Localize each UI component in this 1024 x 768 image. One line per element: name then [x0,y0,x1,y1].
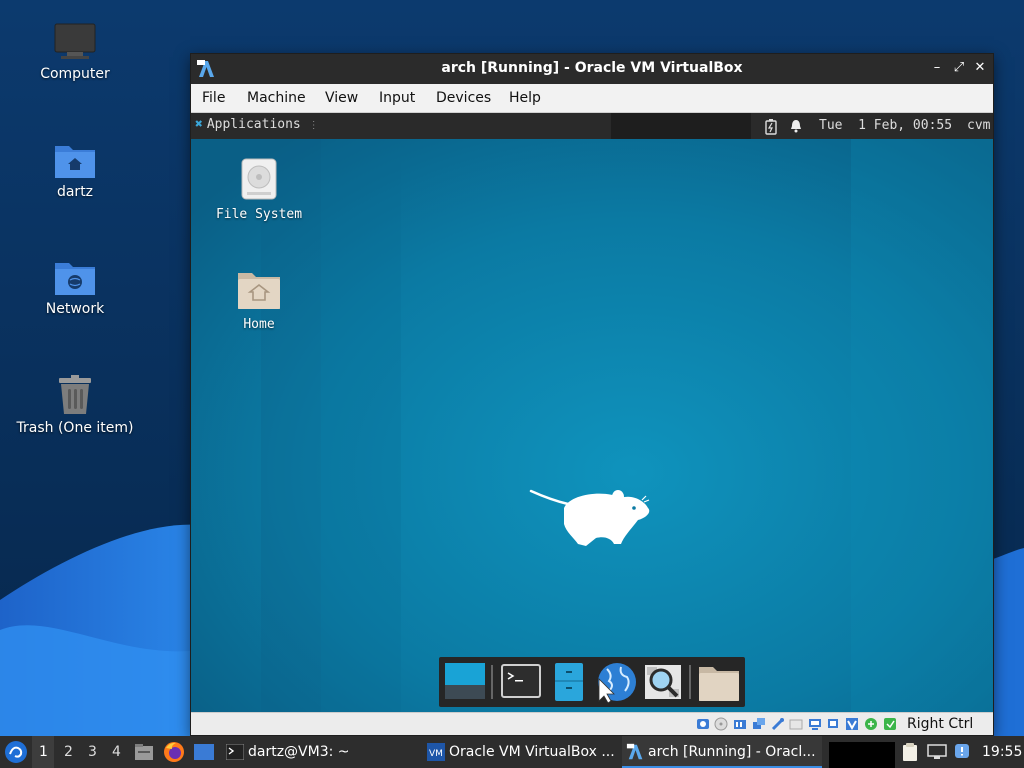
taskbar-clock[interactable]: 19:55 [982,744,1022,760]
desktop-icon-dartz[interactable]: dartz [0,140,150,200]
desktop-icon-computer[interactable]: Computer [0,22,150,82]
workspace-2[interactable]: 2 [64,744,73,760]
workspace-1[interactable]: 1 [32,736,54,768]
virtualization-status-icon[interactable] [845,717,859,731]
tray-blank-area [829,742,895,768]
applications-menu[interactable]: ✖ Applications ⋮ [195,117,319,132]
update-notifier-icon[interactable] [953,742,971,760]
usb-status-icon[interactable] [771,717,785,731]
menu-devices[interactable]: Devices [436,90,491,106]
guest-desktop-icon-label: File System [215,207,303,222]
minimize-button[interactable]: – [928,59,946,77]
guest-desktop-icon-home[interactable]: Home [204,267,314,332]
guest-screen[interactable]: ✖ Applications ⋮ Tue 1 Feb, 00:55 cvm Fi… [191,113,993,712]
desktop-icon-label: dartz [56,184,94,200]
virtualbox-vm-window: arch [Running] - Oracle VM VirtualBox – … [190,53,994,736]
trash-icon [59,375,91,414]
guest-dock [439,657,745,707]
network-tray-icon[interactable] [927,744,947,760]
guest-desktop-icon-label: Home [243,317,275,332]
svg-text:VM: VM [429,749,443,759]
display-status-icon[interactable] [808,717,822,731]
dock-file-manager[interactable] [547,661,591,703]
file-cabinet-icon [555,663,583,701]
terminal-icon [501,664,541,698]
workspace-label: 1 [39,744,48,760]
desktop-icon-trash[interactable]: Trash (One item) [0,374,150,436]
host-taskbar: 1 2 3 4 dartz@VM3: ~ VM Oracle VM Virtua… [0,736,1024,768]
close-button[interactable]: ✕ [971,59,989,77]
task-button-vbox-manager[interactable]: VM Oracle VM VirtualBox ... [423,736,618,768]
clipboard-icon[interactable] [901,742,919,762]
desktop-icon-label: Computer [40,66,110,82]
desktop-icon-label: Trash (One item) [16,420,134,436]
virtualbox-icon [626,743,643,760]
window-title: arch [Running] - Oracle VM VirtualBox [441,60,743,76]
guest-top-panel: ✖ Applications ⋮ Tue 1 Feb, 00:55 cvm [191,113,993,139]
mouse-integration-status-icon[interactable] [864,717,878,731]
panel-handle-icon: ⋮ [308,120,319,131]
magnifier-icon [645,665,681,699]
dock-terminal[interactable] [499,661,543,703]
network-folder-icon [55,263,95,295]
audio-status-icon[interactable] [733,717,747,731]
file-manager-launcher-icon[interactable] [134,742,154,762]
host-key-label: Right Ctrl [907,716,974,732]
dock-web-browser[interactable] [593,661,637,704]
show-desktop-icon [445,663,485,699]
drive-icon [241,158,277,200]
xfce-logo-icon: ✖ [195,117,203,132]
desktop-icon-label: Network [45,301,105,317]
home-folder-icon [238,273,280,309]
start-menu-icon[interactable] [4,740,28,764]
dock-separator [491,665,493,699]
folder-icon [699,667,739,701]
home-folder-icon [55,146,95,178]
xfce-mouse-logo-icon [529,489,650,546]
task-button-terminal[interactable]: dartz@VM3: ~ [222,736,417,768]
notification-bell-icon[interactable] [790,119,802,133]
menu-file[interactable]: File [202,90,225,106]
menu-view[interactable]: View [325,90,358,106]
hard-disk-status-icon[interactable] [696,717,710,731]
guest-desktop-icon-file-system[interactable]: File System [204,157,314,222]
vm-status-bar: Right Ctrl [191,712,993,735]
task-button-label: arch [Running] - Oracl... [648,744,816,760]
web-browser-icon [598,663,636,704]
maximize-button[interactable]: ⤢ [950,59,968,77]
dock-separator [689,665,691,699]
dock-app-finder[interactable] [641,661,685,703]
virtualbox-icon: VM [427,743,445,761]
menu-bar: File Machine View Input Devices Help [191,84,993,113]
workspace-switcher[interactable] [611,113,751,139]
guest-user-menu[interactable]: cvm [967,118,990,133]
dock-folder[interactable] [697,661,741,703]
optical-drive-status-icon[interactable] [714,717,728,731]
dock-show-desktop[interactable] [443,661,487,703]
menu-help[interactable]: Help [509,90,541,106]
network-status-icon[interactable] [752,717,766,731]
terminal-icon [226,744,244,760]
menu-machine[interactable]: Machine [247,90,306,106]
guest-clock[interactable]: Tue 1 Feb, 00:55 [819,118,952,133]
task-button-label: dartz@VM3: ~ [248,744,350,760]
show-desktop-launcher-icon[interactable] [193,742,215,762]
recording-status-icon[interactable] [827,717,841,731]
desktop-icon-network[interactable]: Network [0,257,150,317]
window-titlebar[interactable]: arch [Running] - Oracle VM VirtualBox – … [191,54,993,84]
workspace-3[interactable]: 3 [88,744,97,760]
applications-menu-label: Applications [206,117,301,132]
workspace-4[interactable]: 4 [112,744,121,760]
keyboard-capture-status-icon[interactable] [883,717,897,731]
firefox-launcher-icon[interactable] [163,741,185,763]
task-button-label: Oracle VM VirtualBox ... [449,744,615,760]
menu-input[interactable]: Input [379,90,415,106]
computer-icon [54,23,96,59]
task-button-vbox-arch[interactable]: arch [Running] - Oracl... [622,736,822,768]
battery-icon [765,119,777,135]
shared-folders-status-icon[interactable] [789,717,803,731]
